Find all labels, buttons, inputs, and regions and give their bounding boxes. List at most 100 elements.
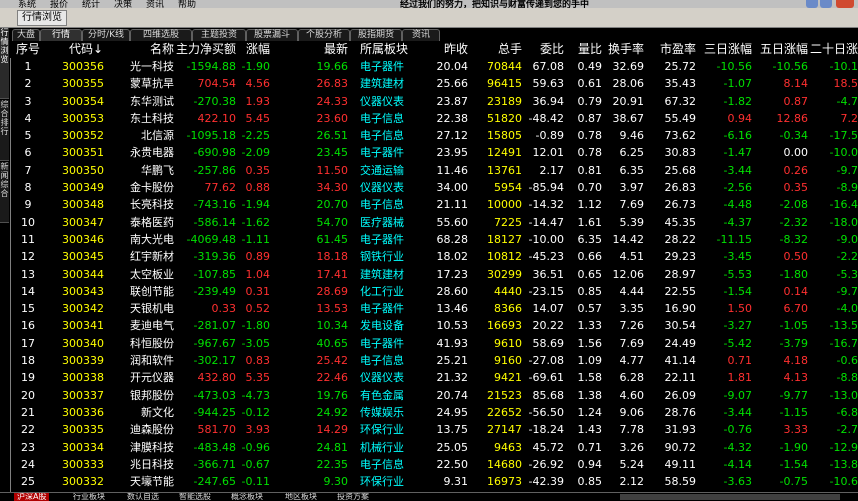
row-index: 8 bbox=[24, 181, 32, 195]
tab-market[interactable]: 大盘 bbox=[12, 29, 40, 41]
col-turnover-header[interactable]: 换手率 bbox=[604, 41, 644, 58]
row-volume-ratio: 1.12 bbox=[577, 198, 603, 212]
row-order-ratio: 36.94 bbox=[532, 94, 565, 108]
table-row[interactable]: 7 300350 华鹏飞 -257.86 0.35 11.50 交通运输 11.46 13761… bbox=[10, 162, 858, 179]
table-row[interactable]: 3 300354 东华测试 -270.38 1.93 24.33 仪器仪表 23.87 2318… bbox=[10, 93, 858, 110]
row-change-pct: -0.12 bbox=[241, 405, 270, 419]
col-last-header[interactable]: 最新 bbox=[306, 41, 348, 58]
tab-stock-analysis[interactable]: 个股分析 bbox=[298, 29, 350, 41]
table-row[interactable]: 8 300349 金卡股份 77.62 0.88 34.30 仪器仪表 34.00 5954 -8… bbox=[10, 179, 858, 196]
col-index-header[interactable]: 序号 bbox=[10, 41, 46, 58]
row-volume-ratio: 0.70 bbox=[577, 181, 603, 195]
table-row[interactable]: 9 300348 长亮科技 -743.16 -1.94 20.70 电子信息 21.11 100… bbox=[10, 196, 858, 213]
col-20day-header[interactable]: 二十日涨幅 bbox=[810, 41, 858, 58]
row-volume-ratio: 0.66 bbox=[577, 250, 603, 264]
row-order-ratio: 85.68 bbox=[532, 388, 565, 402]
col-3day-header[interactable]: 三日涨幅 bbox=[692, 41, 752, 58]
col-5day-header[interactable]: 五日涨幅 bbox=[752, 41, 808, 58]
tab-timeshare-kline[interactable]: 分时/K线 bbox=[82, 29, 130, 41]
row-3day: 0.94 bbox=[727, 111, 753, 125]
tab-stock-funnel[interactable]: 股票漏斗 bbox=[246, 29, 298, 41]
view-button[interactable]: 行情浏览 bbox=[17, 10, 67, 26]
row-name: 开元仪器 bbox=[130, 371, 174, 385]
table-row[interactable]: 18 300339 润和软件 -302.17 0.83 25.42 电子信息 25.21 916… bbox=[10, 352, 858, 369]
col-order-ratio-header[interactable]: 委比 bbox=[526, 41, 564, 58]
table-row[interactable]: 22 300335 迪森股份 581.70 3.93 14.29 环保行业 13.75 2714… bbox=[10, 421, 858, 438]
row-code: 300349 bbox=[62, 181, 104, 195]
row-20day: -10.6 bbox=[829, 475, 858, 489]
maximize-button[interactable] bbox=[820, 0, 832, 8]
table-row[interactable]: 17 300340 科恒股份 -967.67 -3.05 40.65 电子器件 41.93 96… bbox=[10, 335, 858, 352]
horizontal-scrollbar[interactable] bbox=[620, 494, 840, 500]
table-row[interactable]: 2 300355 蒙草抗旱 704.54 4.56 26.83 建筑建材 25.66 96415… bbox=[10, 75, 858, 92]
row-name: 科恒股份 bbox=[130, 336, 174, 350]
table-row[interactable]: 24 300333 兆日科技 -366.71 -0.67 22.35 电子信息 22.50 14… bbox=[10, 456, 858, 473]
row-name: 东华测试 bbox=[130, 94, 174, 108]
menu-item-decision[interactable]: 决策 bbox=[114, 0, 132, 8]
row-index: 22 bbox=[21, 423, 35, 437]
row-turnover: 5.39 bbox=[619, 215, 645, 229]
table-row[interactable]: 19 300338 开元仪器 432.80 5.35 22.46 仪器仪表 21.32 9421… bbox=[10, 369, 858, 386]
menu-item-news[interactable]: 资讯 bbox=[146, 0, 164, 8]
col-net-buy-header[interactable]: 主力净买额 bbox=[170, 41, 236, 58]
col-volume-ratio-header[interactable]: 量比 bbox=[566, 41, 602, 58]
table-row[interactable]: 4 300353 东土科技 422.10 5.45 23.60 电子信息 22.38 51820… bbox=[10, 110, 858, 127]
row-prev-close: 20.04 bbox=[436, 60, 469, 73]
row-volume-ratio: 1.56 bbox=[577, 336, 603, 350]
tab-news[interactable]: 资讯 bbox=[402, 29, 440, 41]
tab-theme-invest[interactable]: 主题投资 bbox=[192, 29, 246, 41]
col-prev-close-header[interactable]: 昨收 bbox=[428, 41, 468, 58]
table-row[interactable]: 5 300352 北信源 -1095.18 -2.25 26.51 电子信息 27.12 158… bbox=[10, 127, 858, 144]
row-volume-ratio: 6.35 bbox=[577, 232, 603, 246]
row-last: 19.66 bbox=[316, 60, 349, 73]
row-20day: -10.1 bbox=[829, 60, 858, 73]
table-row[interactable]: 1 300356 光一科技 -1594.88 -1.90 19.66 电子器件 20.04 70… bbox=[10, 58, 858, 75]
table-row[interactable]: 21 300336 新文化 -944.25 -0.12 24.92 传媒娱乐 24.95 226… bbox=[10, 404, 858, 421]
menu-item-system[interactable]: 系统 bbox=[18, 0, 36, 8]
tab-index-futures[interactable]: 股指期货 bbox=[350, 29, 402, 41]
col-code-header[interactable]: 代码↓ bbox=[62, 41, 110, 58]
table-row[interactable]: 25 300332 天壕节能 -247.65 -0.11 9.30 环保行业 9.31 1697… bbox=[10, 473, 858, 490]
close-button[interactable] bbox=[836, 0, 854, 8]
row-volume-ratio: 0.94 bbox=[577, 457, 603, 471]
row-prev-close: 22.50 bbox=[436, 457, 469, 471]
table-row[interactable]: 23 300334 津膜科技 -483.48 -0.96 24.81 机械行业 25.05 94… bbox=[10, 439, 858, 456]
menu-item-help[interactable]: 帮助 bbox=[178, 0, 196, 8]
tab-quotes[interactable]: 行情 bbox=[40, 29, 82, 41]
table-row[interactable]: 12 300345 红宇新材 -319.36 0.89 18.18 钢铁行业 18.02 108… bbox=[10, 248, 858, 265]
row-20day: -18.0 bbox=[829, 215, 858, 229]
row-order-ratio: 2.17 bbox=[539, 163, 565, 177]
table-row[interactable]: 13 300344 太空板业 -107.85 1.04 17.41 建筑建材 17.23 302… bbox=[10, 266, 858, 283]
row-turnover: 38.67 bbox=[612, 111, 645, 125]
row-order-ratio: -23.15 bbox=[528, 284, 564, 298]
table-row[interactable]: 14 300343 联创节能 -239.49 0.31 28.69 化工行业 28.60 444… bbox=[10, 283, 858, 300]
row-sector: 电子器件 bbox=[360, 146, 404, 160]
col-volume-header[interactable]: 总手 bbox=[484, 41, 522, 58]
minimize-button[interactable] bbox=[806, 0, 818, 8]
table-row[interactable]: 6 300351 永贵电器 -690.98 -2.09 23.45 电子器件 23.95 124… bbox=[10, 144, 858, 161]
table-row[interactable]: 10 300347 泰格医药 -586.14 -1.62 54.70 医疗器械 55.60 72… bbox=[10, 214, 858, 231]
col-name-header[interactable]: 名称 bbox=[114, 41, 174, 58]
row-change-pct: 0.88 bbox=[245, 181, 271, 195]
row-last: 25.42 bbox=[316, 354, 349, 368]
table-row[interactable]: 20 300337 银邦股份 -473.03 -4.73 19.76 有色金属 20.74 21… bbox=[10, 387, 858, 404]
side-tab-quote-browse[interactable]: 行情浏览 bbox=[0, 28, 9, 99]
tab-4d-stock-pick[interactable]: 四维选股 bbox=[130, 29, 192, 41]
side-tab-ranking[interactable]: 综合排行 bbox=[0, 100, 9, 161]
menu-item-stats[interactable]: 统计 bbox=[82, 0, 100, 8]
col-pe-header[interactable]: 市盈率 bbox=[652, 41, 696, 58]
row-volume: 10000 bbox=[487, 198, 522, 212]
row-index: 11 bbox=[21, 232, 35, 246]
row-index: 4 bbox=[24, 111, 32, 125]
table-row[interactable]: 15 300342 天银机电 0.33 0.52 13.53 电子器件 13.46 8366 14… bbox=[10, 300, 858, 317]
side-tab-news[interactable]: 新闻综合 bbox=[0, 162, 9, 223]
row-20day: -10.0 bbox=[829, 146, 858, 160]
col-change-pct-header[interactable]: 涨幅 bbox=[230, 41, 270, 58]
row-code: 300339 bbox=[62, 354, 104, 368]
row-turnover: 3.97 bbox=[619, 181, 645, 195]
menu-item-quote[interactable]: 报价 bbox=[50, 0, 68, 8]
table-row[interactable]: 11 300346 南大光电 -4069.48 -1.11 61.45 电子器件 68.28 1… bbox=[10, 231, 858, 248]
row-index: 3 bbox=[24, 94, 32, 108]
col-sector-header[interactable]: 所属板块 bbox=[360, 41, 424, 58]
table-row[interactable]: 16 300341 麦迪电气 -281.07 -1.80 10.34 发电设备 10.53 16… bbox=[10, 317, 858, 334]
